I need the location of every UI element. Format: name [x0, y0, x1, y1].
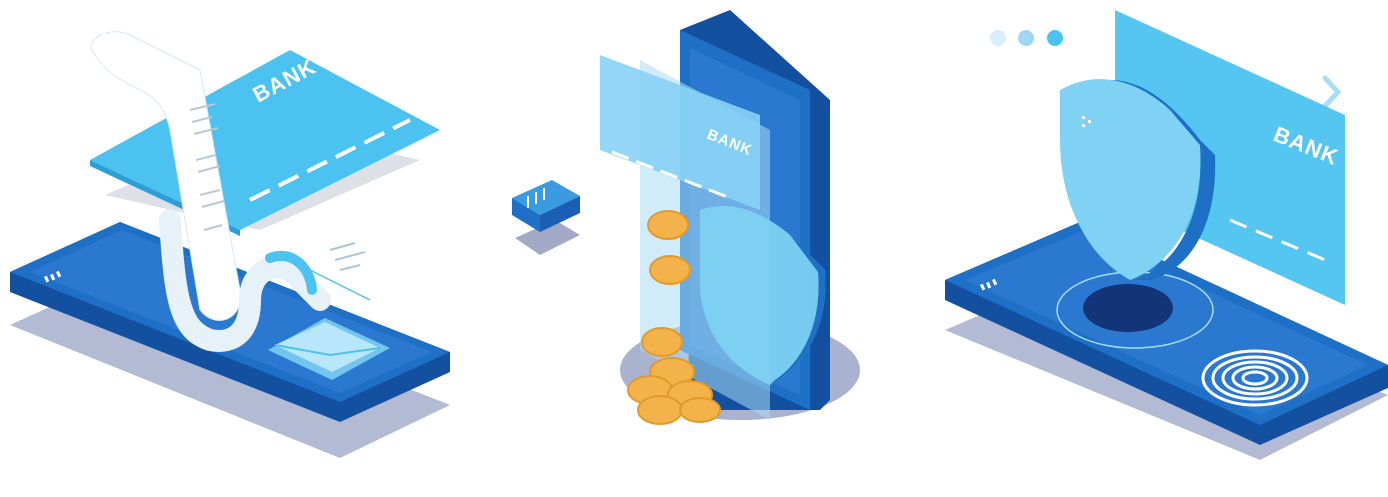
- biometric-illustration: BANK: [945, 10, 1388, 460]
- chip-block: [512, 180, 580, 255]
- dots-icon: [990, 30, 1063, 46]
- floating-lines: [329, 242, 366, 271]
- payment-receipt-illustration: BANK: [10, 31, 450, 458]
- sensor-hole: [1083, 284, 1173, 332]
- illustration-scene: BANK BANK BANK: [10, 10, 1388, 460]
- mobile-wallet-illustration: BANK: [512, 10, 860, 425]
- chevron-right-icon: [1322, 75, 1342, 109]
